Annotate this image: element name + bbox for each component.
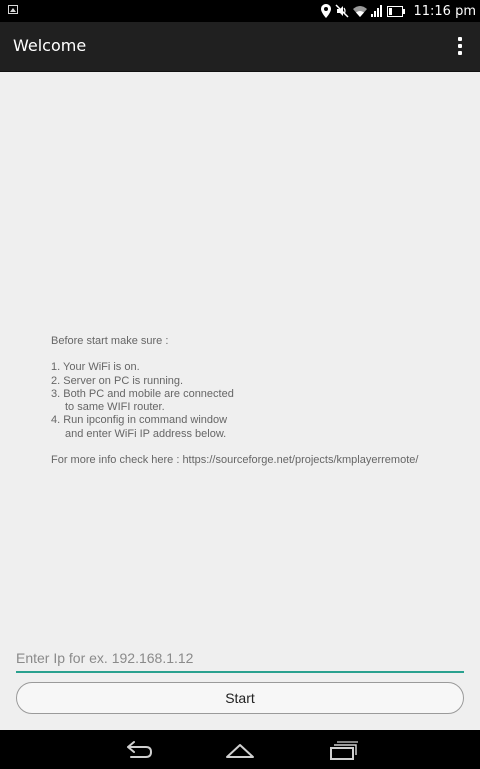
- ip-address-input[interactable]: [16, 645, 464, 673]
- instruction-item: 3. Both PC and mobile are connected: [51, 387, 234, 400]
- menu-dot: [458, 51, 462, 55]
- instructions-text: Before start make sure : 1. Your WiFi is…: [51, 335, 471, 467]
- instructions-heading: Before start make sure :: [51, 335, 169, 347]
- action-bar: Welcome: [0, 22, 480, 72]
- navigation-bar: [0, 730, 480, 769]
- page-title: Welcome: [13, 36, 87, 55]
- instruction-item: 4. Run ipconfig in command window: [51, 414, 228, 427]
- image-notification-icon: [8, 5, 18, 14]
- recent-apps-icon[interactable]: [327, 739, 359, 761]
- instruction-item-continuation: to same WIFI router.: [65, 401, 165, 414]
- home-icon[interactable]: [224, 739, 256, 761]
- menu-dot: [458, 37, 462, 41]
- location-icon: [321, 4, 332, 18]
- battery-icon: [387, 5, 406, 17]
- signal-icon: [371, 5, 383, 17]
- status-bar: 11:16 pm: [0, 0, 480, 22]
- menu-dot: [458, 44, 462, 48]
- mute-icon: [335, 4, 350, 18]
- start-button[interactable]: Start: [16, 682, 464, 714]
- instruction-item: 2. Server on PC is running.: [51, 374, 184, 387]
- status-icons: 11:16 pm: [321, 0, 476, 22]
- status-time: 11:16 pm: [413, 3, 476, 19]
- instruction-item-continuation: and enter WiFi IP address below.: [65, 427, 227, 440]
- instruction-item: 1. Your WiFi is on.: [51, 361, 140, 374]
- back-icon[interactable]: [122, 739, 154, 761]
- more-info-text: For more info check here : https://sourc…: [51, 454, 419, 467]
- wifi-icon: [353, 6, 368, 17]
- overflow-menu-icon[interactable]: [450, 35, 470, 57]
